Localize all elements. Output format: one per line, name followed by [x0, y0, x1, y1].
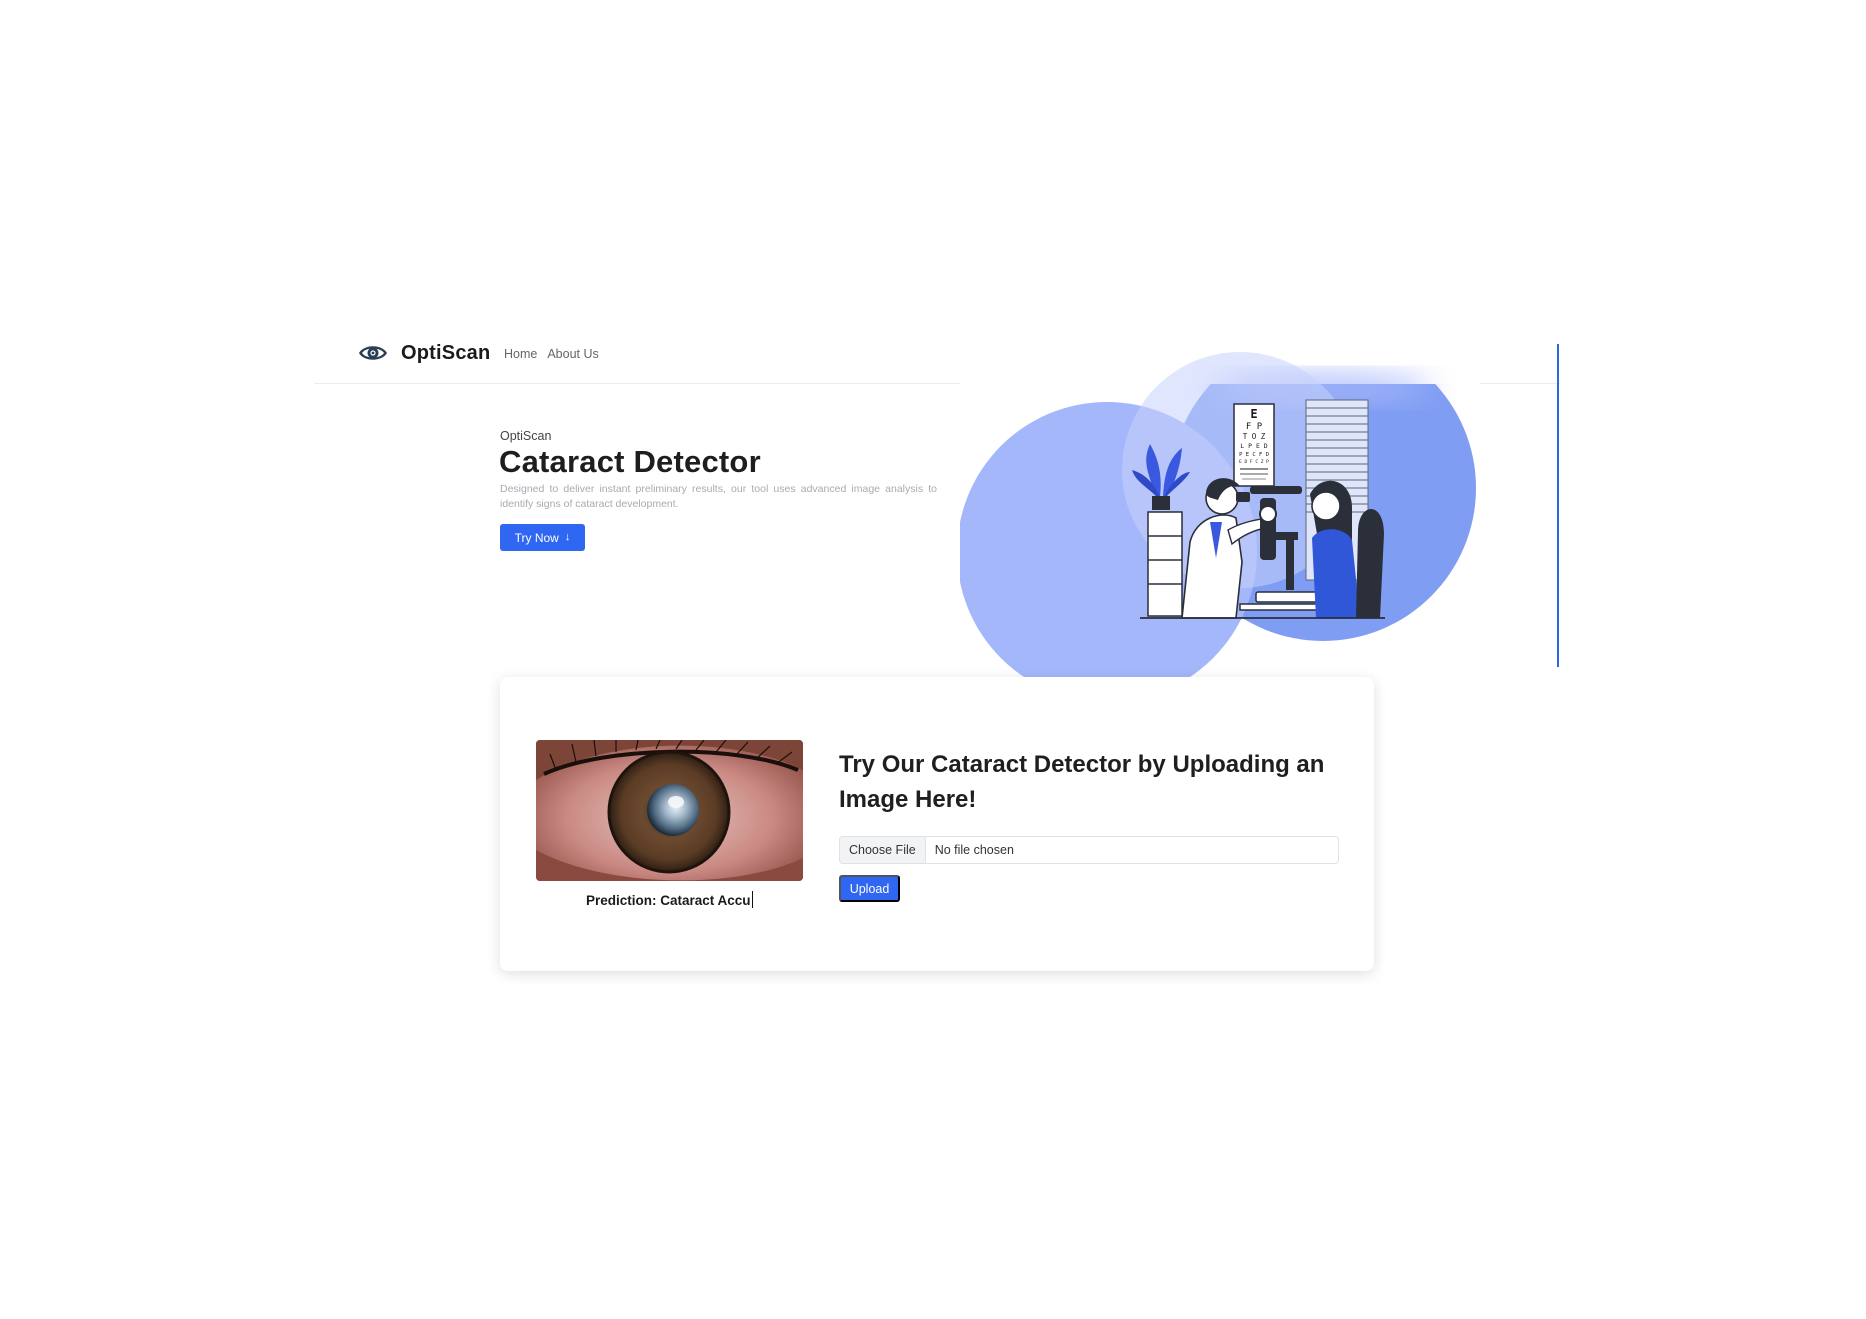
cabinet: [1147, 511, 1183, 617]
hero-description: Designed to deliver instant preliminary …: [500, 483, 937, 510]
brand-name: OptiScan: [401, 341, 491, 364]
file-status: No file chosen: [934, 843, 1014, 857]
try-now-label: Try Now: [514, 530, 559, 545]
file-input[interactable]: Choose File No file chosen: [839, 836, 1339, 864]
eye-chart-row: P E C F D: [1239, 452, 1269, 458]
eye-chart-row: F P: [1246, 422, 1263, 432]
nav-link-about-us[interactable]: About Us: [547, 347, 598, 361]
try-now-button[interactable]: Try Now ↓: [500, 524, 585, 551]
eye-chart: E F P T O Z L P E D P E C F D E D F C Z …: [1233, 403, 1275, 487]
eye-chart-row: T O Z: [1243, 432, 1266, 441]
hero-title: Cataract Detector: [499, 444, 761, 479]
eye-chart-row: E: [1250, 407, 1257, 421]
text-caret: [751, 891, 754, 908]
hero-illustration: E F P T O Z L P E D P E C F D E D F C Z …: [960, 322, 1480, 678]
upload-heading: Try Our Cataract Detector by Uploading a…: [839, 751, 1325, 813]
nav-links: Home About Us: [504, 347, 599, 361]
eye-logo-icon: [359, 346, 387, 360]
uploaded-eye-image: [536, 740, 803, 881]
exam-chair: [1356, 509, 1384, 618]
upload-card: Prediction: Cataract Accu Try Our Catara…: [500, 677, 1374, 971]
brand[interactable]: OptiScan: [358, 341, 490, 365]
upload-button[interactable]: Upload: [839, 875, 900, 902]
arrow-down-icon: ↓: [564, 531, 571, 543]
eye-chart-row: L P E D: [1240, 442, 1267, 450]
hero-kicker: OptiScan: [500, 429, 552, 443]
eye-chart-row: E D F C Z P: [1239, 459, 1269, 465]
nav-link-home[interactable]: Home: [504, 347, 537, 361]
prediction-text: Prediction: Cataract Accu: [585, 893, 751, 908]
choose-file-button[interactable]: Choose File: [840, 837, 926, 863]
prediction-result: Prediction: Cataract Accu: [536, 891, 803, 908]
vertical-accent-line: [1557, 344, 1559, 667]
